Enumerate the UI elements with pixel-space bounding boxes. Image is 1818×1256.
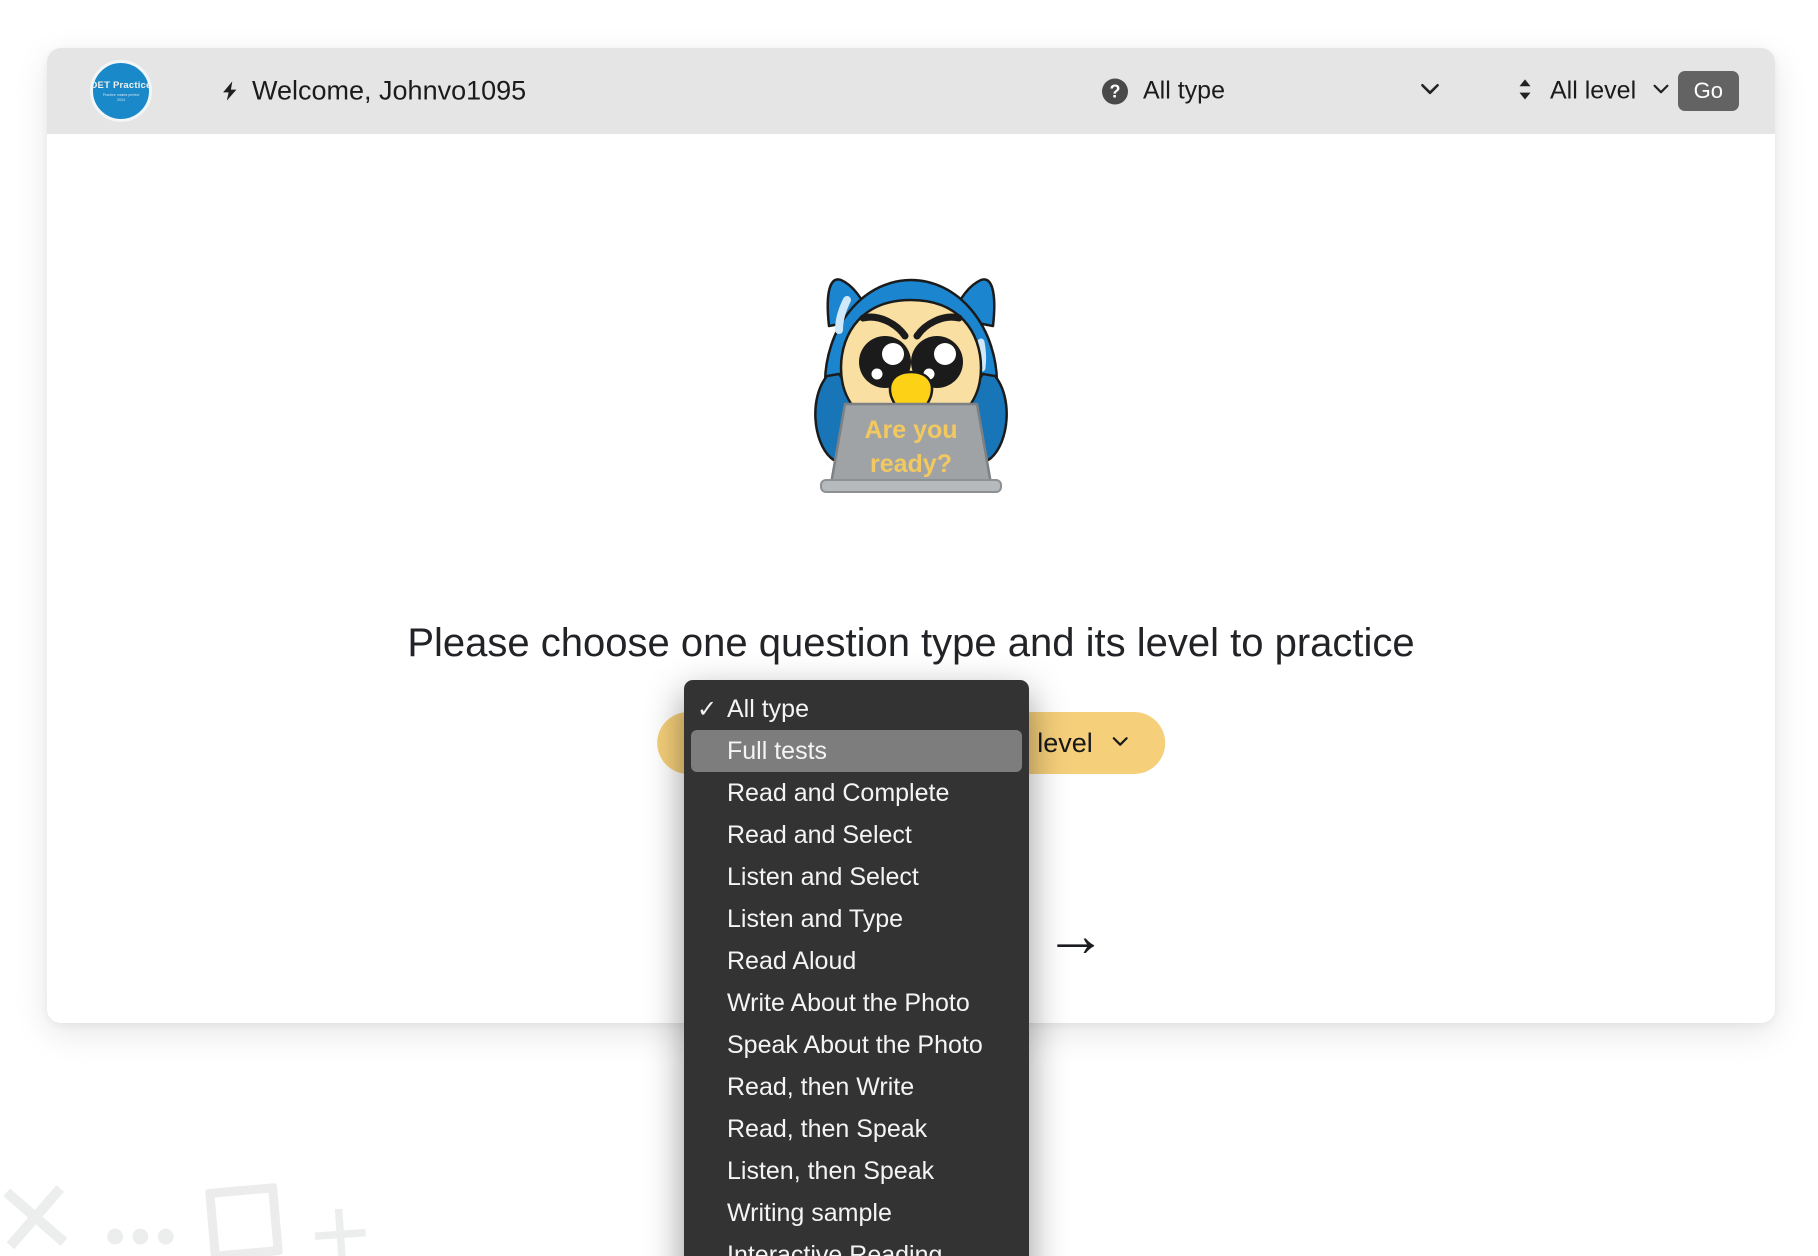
dropdown-item[interactable]: Write About the Photo xyxy=(691,982,1022,1024)
question-type-dropdown-menu[interactable]: ✓ All type Full tests Read and Complete Read… xyxy=(684,680,1029,1256)
dropdown-item[interactable]: Interactive Reading xyxy=(691,1234,1022,1256)
question-mark-icon: ? xyxy=(1102,78,1128,104)
mascot-screen-line1: Are you xyxy=(864,416,957,444)
dropdown-item-label: Listen and Type xyxy=(727,904,904,933)
header-type-chevron-down-icon[interactable] xyxy=(1417,76,1443,107)
header-level-label: All level xyxy=(1550,76,1637,105)
dropdown-item-label: Full tests xyxy=(727,736,828,765)
dropdown-item-label: All type xyxy=(727,694,809,723)
owl-mascot: Are you ready? xyxy=(801,256,1021,496)
dropdown-item-label: Interactive Reading xyxy=(727,1240,943,1256)
brand-logo[interactable]: DET Practice Practice makes perfect 2024 xyxy=(90,60,152,122)
dropdown-item-label: Listen, then Speak xyxy=(727,1156,935,1185)
go-button[interactable]: Go xyxy=(1677,71,1739,111)
page-title: Please choose one question type and its … xyxy=(407,621,1415,665)
dropdown-item[interactable]: Listen, then Speak xyxy=(691,1150,1022,1192)
up-down-arrows-icon xyxy=(1514,76,1536,107)
dropdown-item[interactable]: Read Aloud xyxy=(691,940,1022,982)
decorative-x-icon: ✕ xyxy=(0,1159,84,1256)
dropdown-item-label: Write About the Photo xyxy=(727,988,970,1017)
welcome-text: Welcome, Johnvo1095 xyxy=(252,75,527,106)
brand-logo-line1: DET Practice xyxy=(90,80,152,91)
dropdown-item[interactable]: Writing sample xyxy=(691,1192,1022,1234)
mascot-screen-line2: ready? xyxy=(870,450,952,478)
dropdown-item-label: Read, then Write xyxy=(727,1072,915,1101)
dropdown-item-label: Read Aloud xyxy=(727,946,857,975)
decorative-dots-icon: ••• xyxy=(105,1204,181,1256)
header-level-selector[interactable]: All level xyxy=(1514,76,1672,107)
decorative-plus-icon: + xyxy=(306,1174,375,1256)
app-card: DET Practice Practice makes perfect 2024… xyxy=(47,48,1775,1256)
dropdown-item[interactable]: Read and Complete xyxy=(691,772,1022,814)
dropdown-item-label: Speak About the Photo xyxy=(727,1030,983,1059)
decorative-square-icon xyxy=(204,1182,284,1256)
brand-logo-line3: 2024 xyxy=(117,98,125,102)
dropdown-item[interactable]: ✓ All type xyxy=(691,688,1022,730)
dropdown-item[interactable]: Read and Select xyxy=(691,814,1022,856)
dropdown-item-label: Listen and Select xyxy=(727,862,919,891)
dropdown-item-label: Read, then Speak xyxy=(727,1114,928,1143)
app-header: DET Practice Practice makes perfect 2024… xyxy=(47,48,1775,134)
header-type-label: All type xyxy=(1143,76,1225,105)
dropdown-item[interactable]: Read, then Write xyxy=(691,1066,1022,1108)
dropdown-item-label: Read and Complete xyxy=(727,778,950,807)
dropdown-item[interactable]: Listen and Select xyxy=(691,856,1022,898)
dropdown-item-label: Writing sample xyxy=(727,1198,892,1227)
header-type-selector[interactable]: ? All type xyxy=(1102,77,1225,106)
level-pill-chevron-down-icon xyxy=(1109,730,1131,757)
dropdown-item[interactable]: Speak About the Photo xyxy=(691,1024,1022,1066)
dropdown-item[interactable]: Full tests xyxy=(691,730,1022,772)
check-icon: ✓ xyxy=(697,695,718,723)
bolt-icon xyxy=(219,78,241,104)
brand-logo-line2: Practice makes perfect xyxy=(102,93,140,97)
dropdown-item[interactable]: Read, then Speak xyxy=(691,1108,1022,1150)
dropdown-item-label: Read and Select xyxy=(727,820,912,849)
app-root: ✕ ••• + DET Practice Practice makes perf… xyxy=(0,0,1818,1256)
header-level-chevron-down-icon xyxy=(1650,78,1672,105)
dropdown-item[interactable]: Listen and Type xyxy=(691,898,1022,940)
